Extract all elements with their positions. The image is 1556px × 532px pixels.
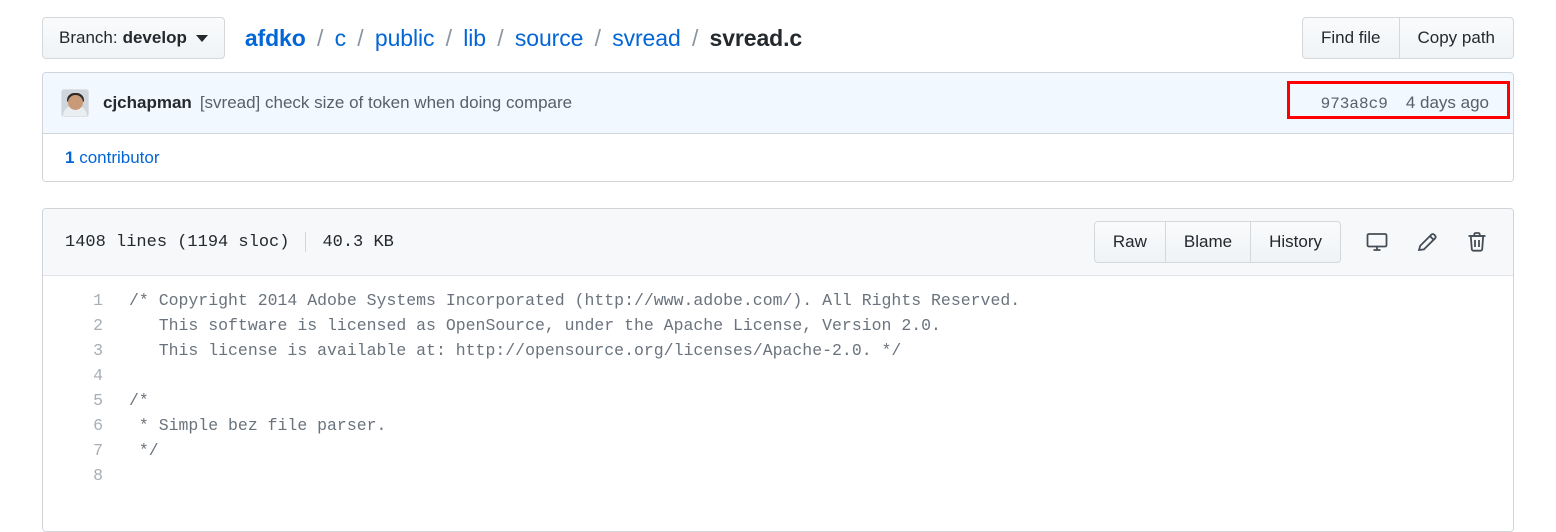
file-content-box: 1408 lines (1194 sloc) 40.3 KB Raw Blame… [42, 208, 1514, 532]
line-number[interactable]: 4 [43, 363, 129, 388]
line-number[interactable]: 7 [43, 438, 129, 463]
code-line: 1 /* Copyright 2014 Adobe Systems Incorp… [43, 288, 1513, 313]
history-button[interactable]: History [1251, 221, 1341, 263]
file-header-button-group: Find file Copy path [1301, 17, 1514, 59]
raw-button[interactable]: Raw [1093, 221, 1166, 263]
breadcrumb-separator: / [691, 24, 699, 51]
avatar [61, 89, 89, 117]
file-header-actions: Find file Copy path [1301, 17, 1514, 59]
branch-name-label: develop [122, 28, 187, 47]
line-content: */ [129, 441, 159, 460]
breadcrumb-repo-link[interactable]: afdko [245, 25, 306, 51]
line-number[interactable]: 3 [43, 338, 129, 363]
code-line: 7 */ [43, 438, 1513, 463]
line-number[interactable]: 8 [43, 463, 129, 488]
github-file-view: Branch: develop afdko / c / public / lib… [0, 0, 1556, 532]
code-line: 4 [43, 363, 1513, 388]
chevron-down-icon [195, 34, 208, 42]
line-content: * Simple bez file parser. [129, 416, 387, 435]
breadcrumb-separator: / [497, 24, 504, 51]
latest-commit-box: cjchapman [svread] check size of token w… [42, 72, 1514, 182]
line-content: /* [129, 391, 149, 410]
code-line: 3 This license is available at: http://o… [43, 338, 1513, 363]
contributors-link[interactable]: 1 contributor [65, 148, 160, 168]
file-view-button-group: Raw Blame History [1093, 221, 1341, 263]
line-content: This software is licensed as OpenSource,… [129, 316, 941, 335]
code-viewer[interactable]: 1 /* Copyright 2014 Adobe Systems Incorp… [43, 276, 1513, 531]
branch-selector-button[interactable]: Branch: develop [42, 17, 225, 59]
blame-button[interactable]: Blame [1165, 221, 1252, 263]
line-number[interactable]: 2 [43, 313, 129, 338]
breadcrumb-segment-svread[interactable]: svread [612, 25, 681, 51]
line-content: /* Copyright 2014 Adobe Systems Incorpor… [129, 291, 1021, 310]
file-stats-divider [305, 232, 307, 252]
code-line: 5 /* [43, 388, 1513, 413]
breadcrumb-segment-public[interactable]: public [375, 25, 435, 51]
commit-sha-link[interactable]: 973a8c9 [1321, 95, 1388, 113]
avatar-face [67, 95, 83, 110]
breadcrumb-separator: / [357, 24, 364, 51]
latest-commit-row: cjchapman [svread] check size of token w… [43, 73, 1513, 134]
line-number[interactable]: 6 [43, 413, 129, 438]
contributors-label: contributor [74, 147, 160, 167]
breadcrumb-separator: / [445, 24, 452, 51]
breadcrumb-current-file: svread.c [709, 24, 803, 51]
file-meta-bar: 1408 lines (1194 sloc) 40.3 KB Raw Blame… [43, 209, 1513, 276]
breadcrumb-separator: / [316, 24, 324, 51]
desktop-icon[interactable] [1363, 228, 1391, 256]
file-lines-label: 1408 lines (1194 sloc) [65, 232, 290, 252]
file-stats: 1408 lines (1194 sloc) 40.3 KB [65, 232, 394, 252]
code-line: 8 [43, 463, 1513, 488]
contributors-row: 1 contributor [43, 134, 1513, 181]
line-number[interactable]: 5 [43, 388, 129, 413]
pencil-icon[interactable] [1413, 228, 1441, 256]
breadcrumb-separator: / [594, 24, 601, 51]
breadcrumb: afdko / c / public / lib / source / svre… [245, 25, 802, 52]
commit-message-link[interactable]: [svread] check size of token when doing … [200, 93, 572, 113]
line-number[interactable]: 1 [43, 288, 129, 313]
find-file-button[interactable]: Find file [1301, 17, 1400, 59]
breadcrumb-segment-source[interactable]: source [515, 25, 584, 51]
file-action-bar: Raw Blame History [1093, 221, 1491, 263]
file-header-bar: Branch: develop afdko / c / public / lib… [42, 0, 1514, 72]
line-content: This license is available at: http://ope… [129, 341, 902, 360]
file-size-label: 40.3 KB [322, 232, 394, 252]
code-line: 2 This software is licensed as OpenSourc… [43, 313, 1513, 338]
trash-icon[interactable] [1463, 228, 1491, 256]
commit-date-label: 4 days ago [1405, 93, 1489, 112]
commit-author-link[interactable]: cjchapman [103, 93, 192, 113]
code-line: 6 * Simple bez file parser. [43, 413, 1513, 438]
breadcrumb-segment-lib[interactable]: lib [463, 25, 486, 51]
copy-path-button[interactable]: Copy path [1399, 17, 1514, 59]
branch-prefix-label: Branch: [59, 28, 118, 47]
commit-meta: 973a8c9 4 days ago [1321, 93, 1495, 113]
breadcrumb-segment-c[interactable]: c [335, 25, 347, 51]
